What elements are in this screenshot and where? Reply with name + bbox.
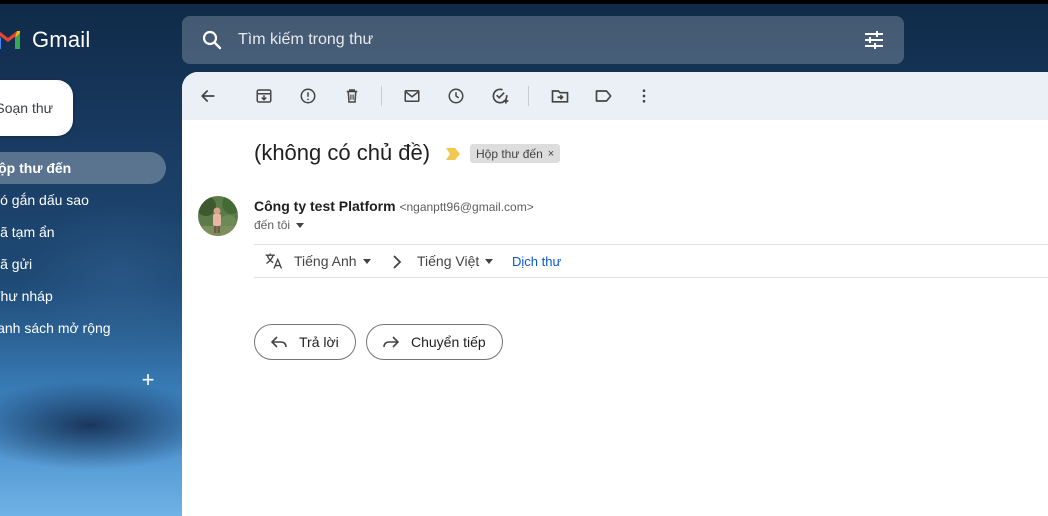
translate-message-link[interactable]: Dịch thư [512,254,561,269]
sidebar-item-label: Đã tạm ẩn [0,224,55,240]
compose-label: Soạn thư [0,100,53,116]
source-language: Tiếng Anh [294,253,357,269]
search-icon[interactable] [200,28,224,52]
sidebar-item-starred[interactable]: Có gắn dấu sao [0,184,166,216]
search-input[interactable] [238,28,838,52]
gmail-logo[interactable]: Gmail [0,24,90,56]
reply-button[interactable]: Trả lời [254,324,356,360]
report-spam-icon[interactable] [296,84,320,108]
sidebar-item-label: Danh sách mở rộng [0,320,111,336]
sender-info: Công ty test Platform <nganptt96@gmail.c… [254,198,534,214]
snooze-icon[interactable] [444,84,468,108]
archive-icon[interactable] [252,84,276,108]
sender-name[interactable]: Công ty test Platform [254,198,396,214]
forward-label: Chuyển tiếp [411,334,486,350]
source-language-select[interactable]: Tiếng Anh [294,253,371,269]
compose-button[interactable]: Soạn thư [0,80,73,136]
chevron-down-icon[interactable] [296,222,305,228]
add-task-icon[interactable] [488,84,512,108]
sidebar-item-more[interactable]: Danh sách mở rộng [0,312,166,344]
importance-marker-icon[interactable] [446,148,460,160]
more-icon[interactable] [632,84,656,108]
chevron-right-icon [393,255,402,269]
delete-icon[interactable] [340,84,364,108]
sidebar-item-drafts[interactable]: Thư nháp [0,280,166,312]
mark-unread-icon[interactable] [400,84,424,108]
sidebar-item-sent[interactable]: Đã gửi [0,248,166,280]
forward-button[interactable]: Chuyển tiếp [366,324,503,360]
sidebar-item-label: Có gắn dấu sao [0,192,89,208]
gmail-m-icon [0,31,20,49]
app-name: Gmail [32,27,91,52]
message-toolbar [182,72,1048,120]
inbox-label-chip[interactable]: Hộp thư đến × [470,144,561,163]
labels-icon[interactable] [592,84,616,108]
forward-icon [383,336,400,348]
sidebar-item-label: Thư nháp [0,288,53,304]
recipient-details[interactable]: đến tôi [254,218,305,232]
sidebar-item-snoozed[interactable]: Đã tạm ẩn [0,216,166,248]
target-language: Tiếng Việt [417,253,480,269]
translate-icon [265,253,283,269]
translate-bar: Tiếng Anh Tiếng Việt Dịch thư [254,244,1048,278]
reply-icon [270,336,287,348]
sidebar-item-inbox[interactable]: Hộp thư đến [0,152,166,184]
sidebar-item-label: Đã gửi [0,256,33,272]
toolbar-divider [381,86,382,106]
sender-email: <nganptt96@gmail.com> [399,200,534,214]
chevron-down-icon [485,258,494,264]
back-icon[interactable] [196,84,220,108]
sender-avatar[interactable] [198,196,238,236]
label-text: Hộp thư đến [476,146,543,161]
message-subject: (không có chủ đề) [254,140,431,165]
toolbar-divider [528,86,529,106]
sidebar-item-label: Hộp thư đến [0,160,72,176]
chevron-down-icon [362,258,371,264]
window-top-edge [0,0,1048,4]
search-options-icon[interactable] [862,28,886,52]
move-to-icon[interactable] [548,84,572,108]
message-view: (không có chủ đề) Hộp thư đến × Công ty … [182,72,1048,516]
recipient-label: đến tôi [254,218,291,232]
reply-label: Trả lời [299,334,339,350]
search-bar [182,16,904,64]
remove-label-icon[interactable]: × [548,148,554,160]
sidebar-nav: Hộp thư đến Có gắn dấu sao Đã tạm ẩn Đã … [0,152,166,344]
add-label-icon[interactable]: + [140,369,156,391]
target-language-select[interactable]: Tiếng Việt [417,253,494,269]
